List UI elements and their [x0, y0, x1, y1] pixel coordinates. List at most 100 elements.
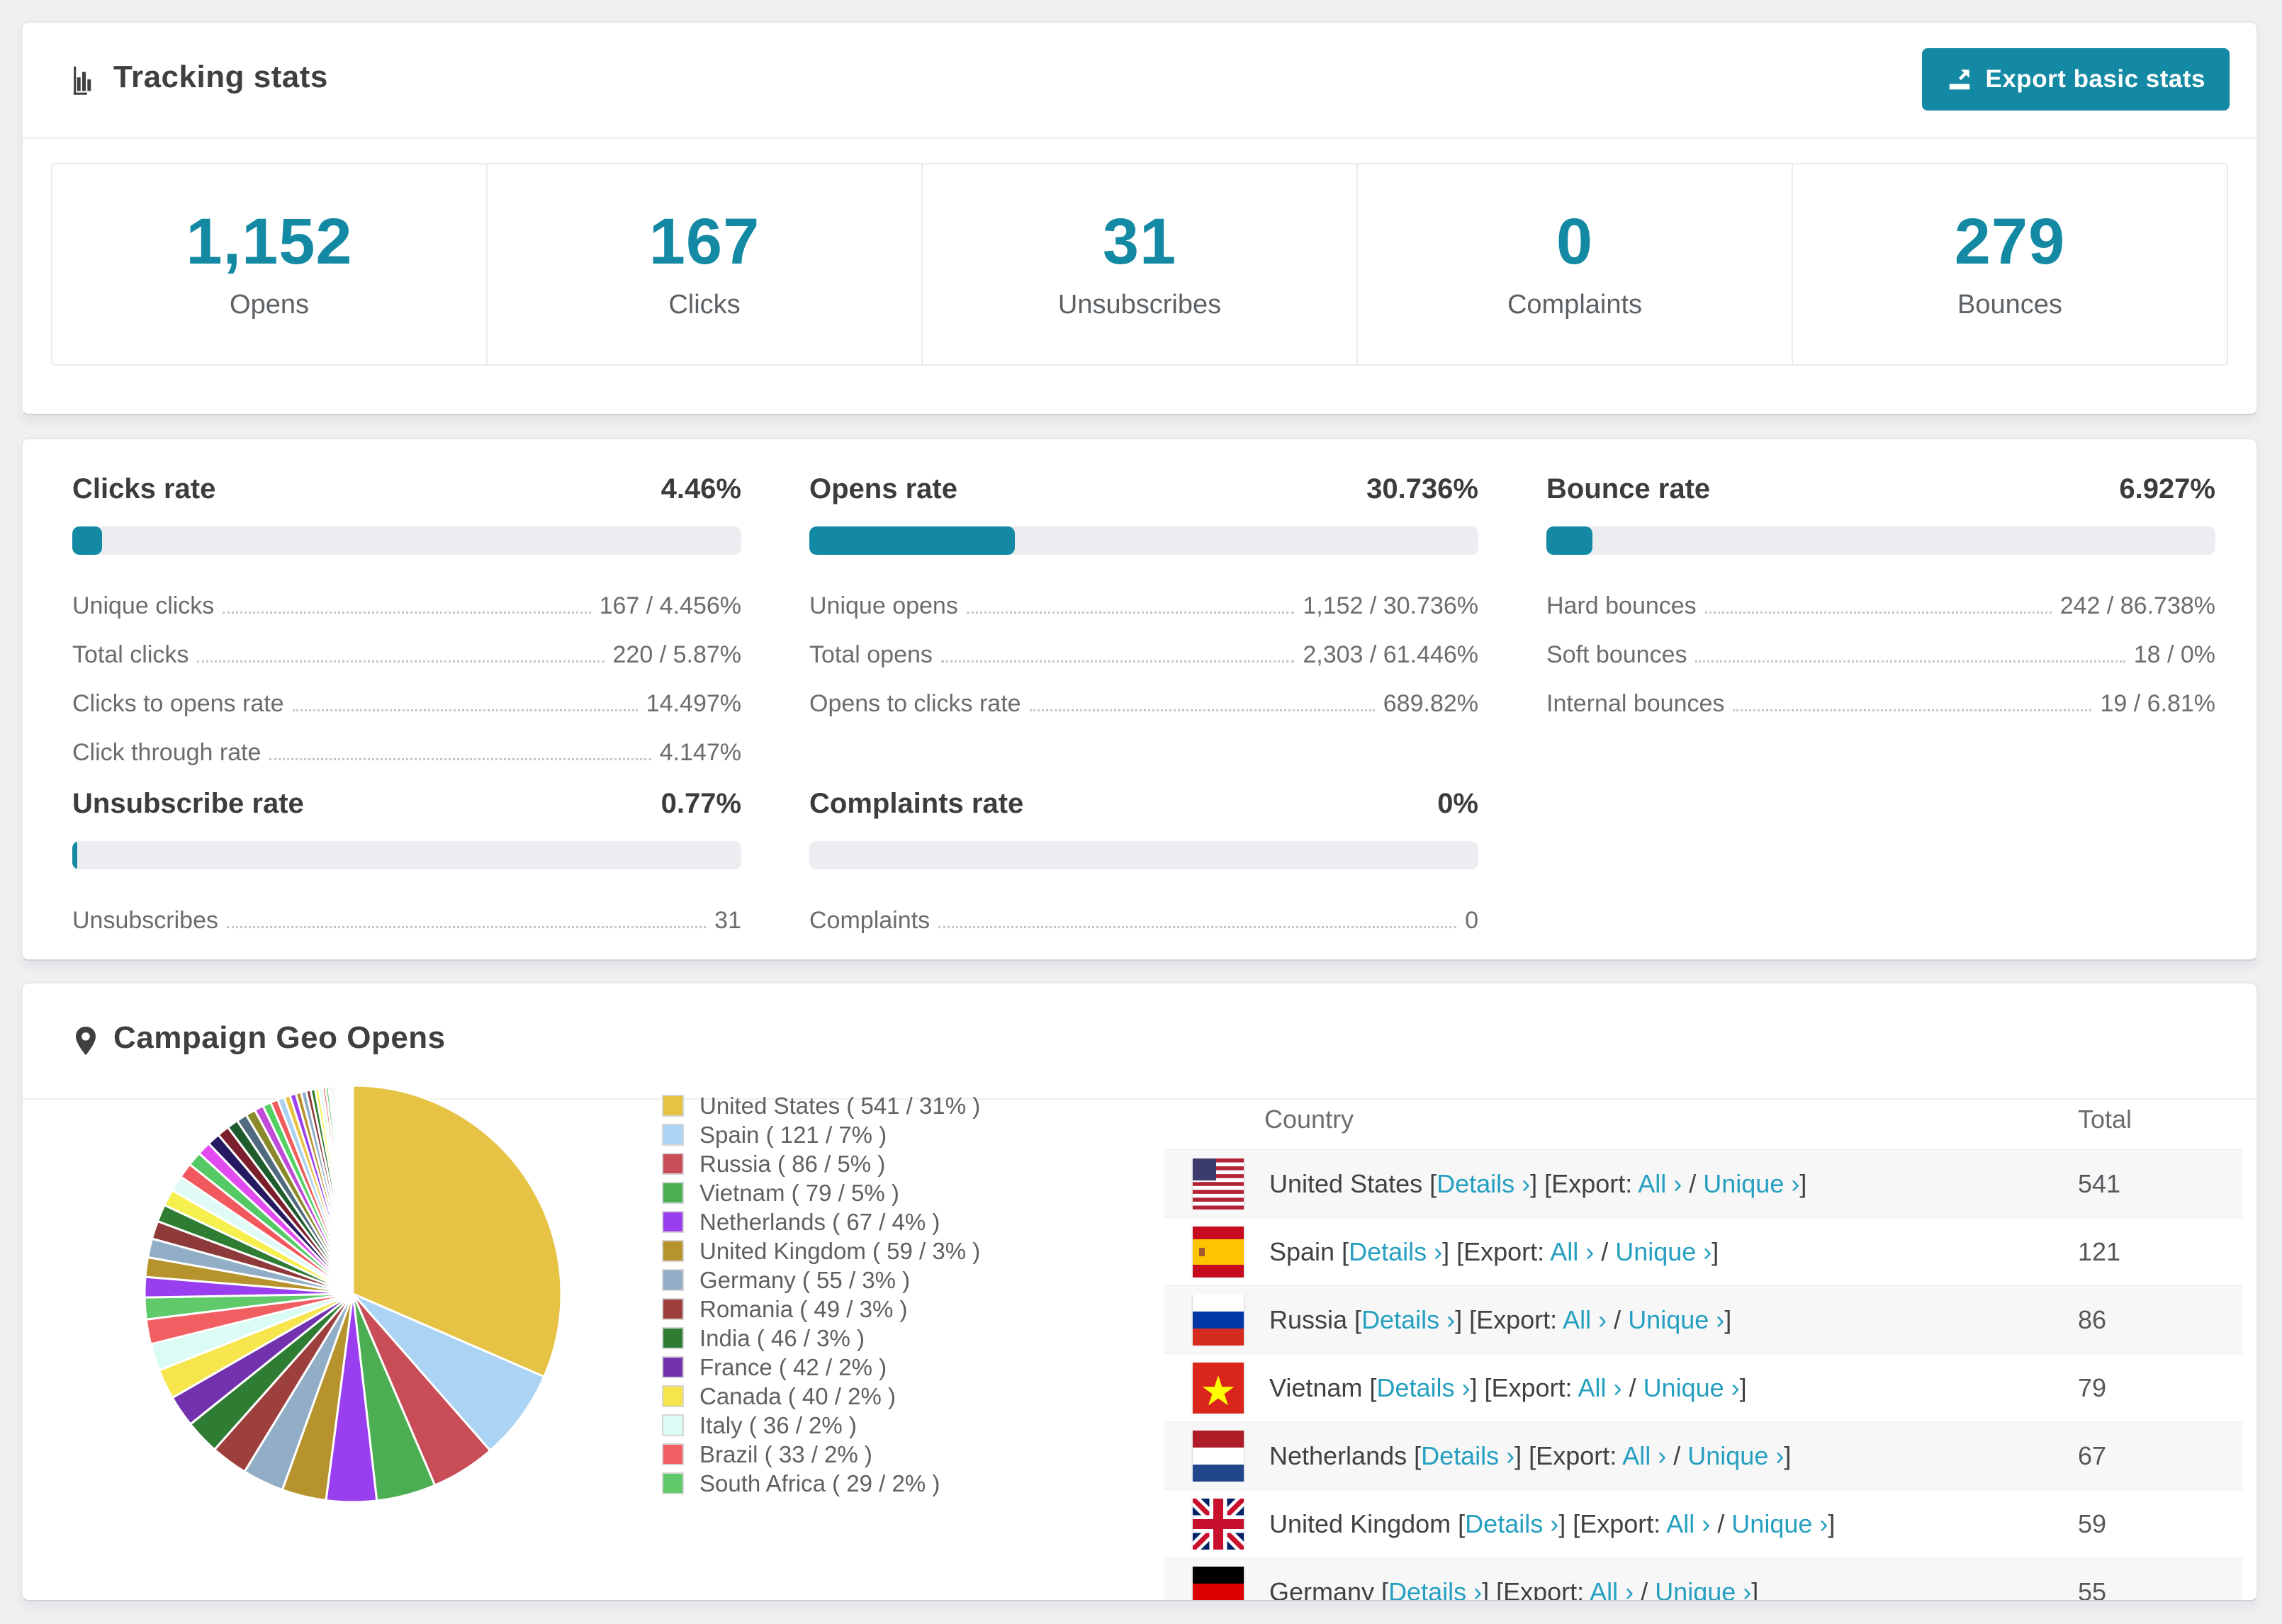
bracket: ] [1751, 1577, 1759, 1601]
dotted-leader [269, 758, 651, 760]
export-unique-link[interactable]: Unique › [1628, 1305, 1724, 1334]
stat-value: 689.82% [1383, 690, 1478, 717]
bracket: [ [1342, 1236, 1349, 1266]
tracking-stats-title: Tracking stats [113, 60, 328, 94]
legend-label: United States ( 541 / 31% ) [699, 1092, 981, 1119]
dotted-leader [1695, 660, 2125, 662]
legend-item: Italy ( 36 / 2% ) [662, 1411, 980, 1440]
column-total: Total [2078, 1105, 2132, 1134]
unsubscribe-rate-progressbar [72, 841, 741, 869]
export-all-link[interactable]: All › [1590, 1577, 1634, 1601]
total-value: 121 [2078, 1236, 2121, 1266]
details-link[interactable]: Details › [1421, 1441, 1514, 1470]
export-all-link[interactable]: All › [1578, 1373, 1622, 1402]
stat-label: Total opens [809, 641, 933, 668]
export-all-link[interactable]: All › [1563, 1305, 1607, 1334]
legend-item: Vietnam ( 79 / 5% ) [662, 1178, 980, 1207]
export-unique-link[interactable]: Unique › [1731, 1509, 1828, 1538]
table-row-ru: Russia [Details ›] [Export: All › / Uniq… [1164, 1285, 2242, 1353]
pie-slice[interactable] [351, 1084, 354, 1295]
bounce-rate-value: 6.927% [2119, 473, 2215, 504]
country-links: Spain [Details ›] [Export: All › / Uniqu… [1269, 1237, 1719, 1267]
clicks-rate-progressbar [72, 526, 741, 555]
export-prefix: ] [Export: [1455, 1304, 1563, 1334]
unsubscribe-rate-block: Unsubscribe rate 0.77% Unsubscribes 31 [72, 788, 741, 945]
summary-box-unsubscribes: 31 Unsubscribes [923, 164, 1358, 364]
export-all-link[interactable]: All › [1622, 1441, 1666, 1470]
country-links: Russia [Details ›] [Export: All › / Uniq… [1269, 1305, 1731, 1335]
geo-title: Campaign Geo Opens [113, 1020, 446, 1055]
column-country: Country [1264, 1105, 1354, 1134]
total-value: 67 [2078, 1440, 2107, 1470]
legend-label: Vietnam ( 79 / 5% ) [699, 1179, 899, 1206]
export-unique-link[interactable]: Unique › [1655, 1577, 1751, 1601]
export-all-link[interactable]: All › [1550, 1237, 1594, 1266]
details-link[interactable]: Details › [1361, 1305, 1455, 1334]
country-name: United States [1269, 1168, 1430, 1198]
stat-value: 19 / 6.81% [2100, 690, 2215, 717]
legend-swatch [662, 1095, 684, 1117]
progress-fill [72, 526, 103, 555]
legend-item: Netherlands ( 67 / 4% ) [662, 1207, 980, 1236]
country-links: Germany [Details ›] [Export: All › / Uni… [1269, 1577, 1759, 1601]
clicks-rate-title: Clicks rate [72, 473, 216, 504]
legend-swatch [662, 1356, 684, 1378]
summary-label: Bounces [1957, 289, 2062, 320]
separator: / [1682, 1168, 1704, 1198]
bracket: [ [1381, 1577, 1389, 1601]
summary-box-complaints: 0 Complaints [1358, 164, 1793, 364]
bracket: ] [1784, 1440, 1792, 1470]
country-cell: United Kingdom [Details ›] [Export: All … [1164, 1498, 2078, 1550]
stat-value: 31 [714, 907, 741, 934]
details-link[interactable]: Details › [1376, 1373, 1470, 1402]
export-unique-link[interactable]: Unique › [1703, 1169, 1799, 1198]
progress-fill [809, 526, 1016, 555]
summary-value: 167 [648, 205, 760, 278]
separator: / [1621, 1372, 1643, 1402]
legend-item: Germany ( 55 / 3% ) [662, 1265, 980, 1295]
legend-swatch [662, 1414, 684, 1436]
export-unique-link[interactable]: Unique › [1687, 1441, 1784, 1470]
map-pin-icon [69, 1025, 102, 1057]
details-link[interactable]: Details › [1437, 1169, 1530, 1198]
bracket: [ [1414, 1440, 1422, 1470]
opens-rate-progressbar [809, 526, 1478, 555]
summary-value: 1,152 [186, 205, 353, 278]
complaints-rate-value: 0% [1437, 788, 1478, 819]
legend-label: South Africa ( 29 / 2% ) [699, 1470, 940, 1496]
export-unique-link[interactable]: Unique › [1643, 1373, 1740, 1402]
stat-row: Internal bounces 19 / 6.81% [1546, 680, 2215, 728]
country-cell: Spain [Details ›] [Export: All › / Uniqu… [1164, 1226, 2078, 1278]
summary-value: 0 [1556, 205, 1594, 278]
details-link[interactable]: Details › [1465, 1509, 1558, 1538]
export-button-label: Export basic stats [1985, 65, 2205, 93]
legend-swatch [662, 1443, 684, 1465]
legend-label: India ( 46 / 3% ) [699, 1324, 865, 1351]
details-link[interactable]: Details › [1349, 1237, 1442, 1266]
summary-label: Opens [230, 289, 309, 320]
stat-value: 242 / 86.738% [2059, 592, 2215, 619]
export-unique-link[interactable]: Unique › [1615, 1237, 1712, 1266]
nl-flag-icon [1193, 1430, 1244, 1482]
tracking-stats-header: Tracking stats Export basic stats [23, 23, 2256, 139]
stat-value: 14.497% [646, 690, 741, 717]
de-flag-icon [1193, 1566, 1244, 1600]
opens-rate-block: Opens rate 30.736% Unique opens 1,152 / 30… [809, 473, 1478, 728]
total-value: 59 [2078, 1509, 2107, 1538]
legend-item: France ( 42 / 2% ) [662, 1353, 980, 1382]
dotted-leader [938, 926, 1457, 928]
bracket: [ [1354, 1304, 1362, 1334]
vn-flag-icon [1193, 1362, 1244, 1414]
export-all-link[interactable]: All › [1666, 1509, 1710, 1538]
stat-label: Opens to clicks rate [809, 690, 1021, 717]
stat-label: Unique opens [809, 592, 958, 619]
stat-label: Hard bounces [1546, 592, 1697, 619]
export-all-link[interactable]: All › [1638, 1169, 1682, 1198]
opens-rate-value: 30.736% [1366, 473, 1478, 504]
details-link[interactable]: Details › [1388, 1577, 1482, 1601]
geo-pie-chart [140, 1081, 566, 1506]
stat-row: Total clicks 220 / 5.87% [72, 631, 741, 680]
export-basic-stats-button[interactable]: Export basic stats [1921, 48, 2230, 111]
total-value: 55 [2078, 1577, 2107, 1601]
stat-label: Soft bounces [1546, 641, 1687, 668]
